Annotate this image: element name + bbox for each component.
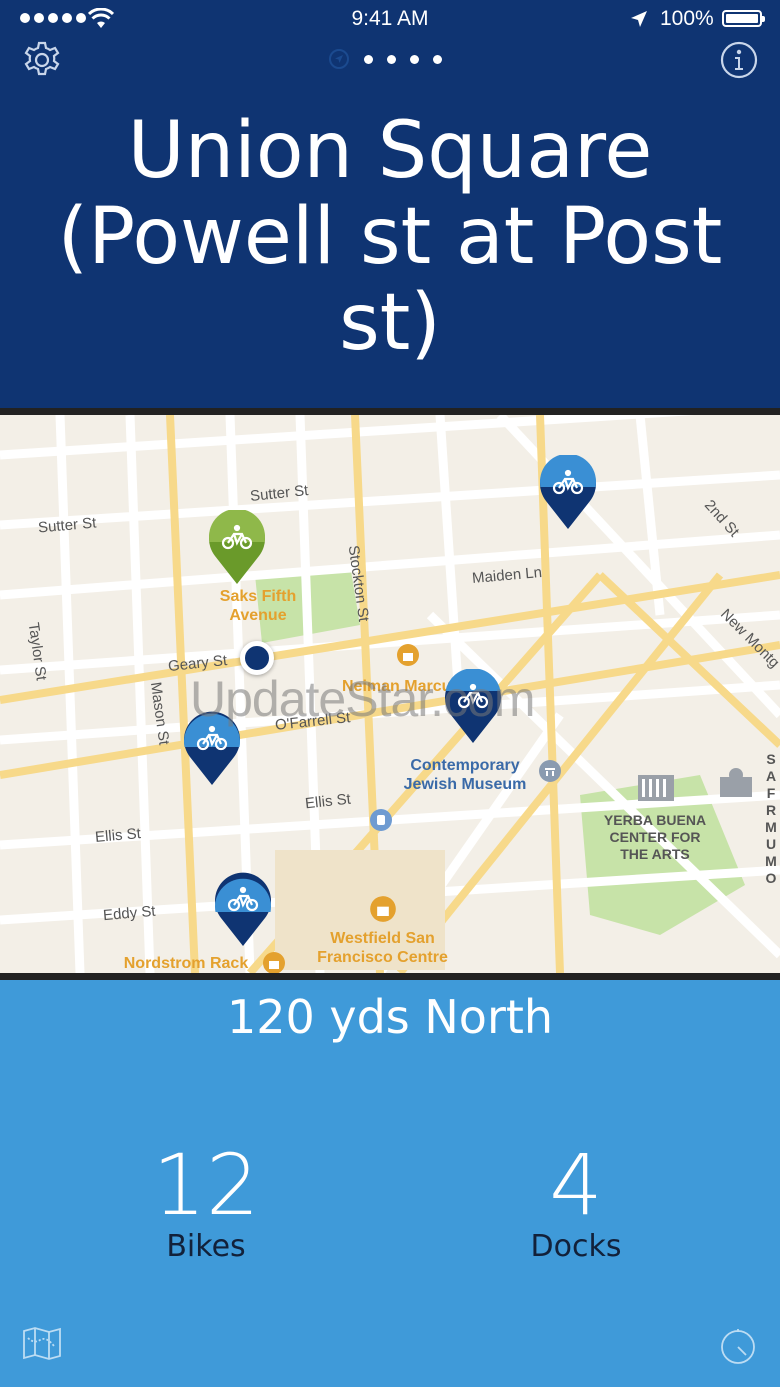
poi-label[interactable]: SA FR MU MO — [764, 751, 778, 887]
shopping-bag-icon — [397, 644, 419, 666]
watermark: UpdateStar.com — [190, 671, 536, 727]
transit-icon — [370, 809, 392, 831]
poi-label[interactable]: Saks Fifth Avenue — [213, 587, 303, 625]
status-bar: 9:41 AM 100% — [0, 0, 780, 40]
station-map[interactable]: Sutter St Sutter St Maiden Ln 2nd St Tay… — [0, 408, 780, 980]
battery-percent: 100% — [660, 7, 714, 30]
docks-label: Docks — [530, 1229, 622, 1264]
poi-label[interactable]: YERBA BUENA CENTER FOR THE ARTS — [596, 812, 714, 863]
page-dot — [410, 54, 419, 64]
location-page-icon — [329, 49, 349, 69]
bike-station-pin-selected[interactable] — [207, 510, 267, 586]
docks-stat: 4 Docks — [446, 1140, 706, 1264]
gear-icon[interactable] — [22, 40, 62, 80]
museum-icon — [539, 760, 561, 782]
page-indicator[interactable] — [328, 48, 442, 70]
shopping-bag-icon — [370, 896, 396, 922]
poi-label[interactable]: Nordstrom Rack — [116, 954, 256, 973]
bikes-count: 12 — [152, 1136, 260, 1234]
page-dot — [433, 54, 442, 64]
timer-icon[interactable] — [718, 1326, 758, 1366]
bikes-stat: 12 Bikes — [76, 1140, 336, 1264]
page-dot — [364, 54, 373, 64]
station-header: 9:41 AM 100% Union Square (Powell st at … — [0, 0, 780, 408]
station-info-panel: 120 yds North 12 Bikes 4 Docks — [0, 980, 780, 1387]
docks-count: 4 — [549, 1136, 603, 1234]
info-icon[interactable] — [719, 40, 759, 80]
bike-station-pin[interactable] — [213, 872, 273, 948]
shopping-bag-icon — [263, 952, 285, 973]
poi-label[interactable]: Westfield San Francisco Centre — [305, 929, 460, 967]
bike-station-pin[interactable] — [538, 455, 598, 531]
station-name: Union Square (Powell st at Post st) — [57, 106, 723, 368]
building-icon — [638, 775, 674, 801]
distance-direction: 120 yds North — [226, 990, 554, 1044]
battery-icon — [722, 10, 765, 27]
map-icon[interactable] — [22, 1326, 62, 1360]
building-icon — [720, 768, 752, 797]
location-arrow-icon — [631, 11, 647, 27]
poi-label[interactable]: Contemporary Jewish Museum — [390, 756, 540, 794]
bikes-label: Bikes — [166, 1229, 246, 1264]
page-dot — [387, 54, 396, 64]
